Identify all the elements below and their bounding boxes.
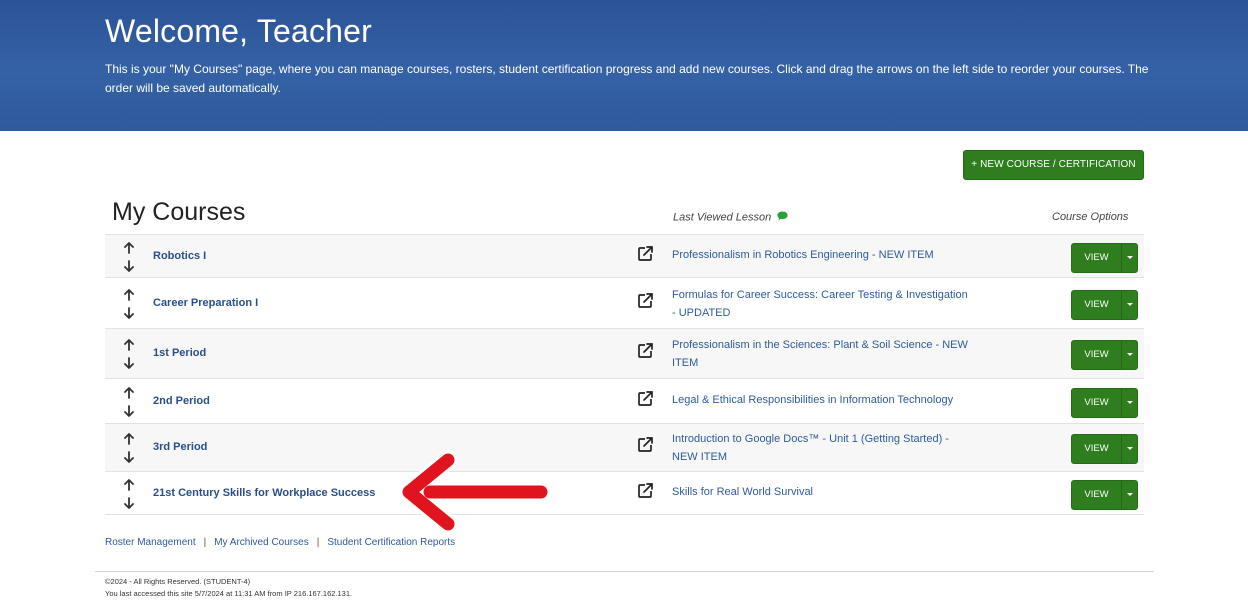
caret-down-icon[interactable] (1122, 341, 1138, 369)
caret-down-icon[interactable] (1122, 291, 1138, 319)
caret-down-icon[interactable] (1122, 435, 1138, 463)
view-button-group: VIEW (1071, 289, 1138, 320)
external-link-icon[interactable] (637, 390, 654, 407)
last-viewed-lesson-link[interactable]: Skills for Real World Survival (672, 483, 972, 501)
view-button[interactable]: VIEW (1072, 481, 1121, 509)
caret-down-icon[interactable] (1122, 481, 1138, 509)
last-viewed-lesson-link[interactable]: Professionalism in Robotics Engineering … (672, 246, 972, 264)
course-row: 1st Period Professionalism in the Science… (105, 328, 1144, 378)
view-button-group: VIEW (1071, 340, 1138, 370)
last-viewed-lesson-label: Last Viewed Lesson (673, 211, 772, 224)
footer-divider (95, 571, 1154, 572)
external-link-icon[interactable] (637, 482, 654, 499)
page-title: Welcome, Teacher (105, 13, 373, 49)
view-button-group: VIEW (1071, 387, 1138, 418)
link-separator: | (316, 537, 320, 548)
last-viewed-lesson-link[interactable]: Introduction to Google Docs™ - Unit 1 (G… (672, 430, 972, 466)
external-link-icon[interactable] (637, 436, 654, 453)
view-button-group: VIEW (1071, 479, 1138, 510)
course-row: Career Preparation I Formulas for Career … (105, 277, 1144, 328)
welcome-banner: Welcome, Teacher This is your "My Course… (0, 0, 1248, 131)
view-button[interactable]: VIEW (1072, 389, 1121, 417)
view-button[interactable]: VIEW (1072, 341, 1121, 369)
view-button[interactable]: VIEW (1072, 435, 1121, 463)
reorder-arrows-icon[interactable] (122, 339, 136, 369)
reorder-arrows-icon[interactable] (122, 386, 136, 417)
course-name-link[interactable]: 1st Period (153, 347, 206, 359)
course-options-header: Course Options (1052, 211, 1129, 223)
course-name-link[interactable]: 2nd Period (153, 395, 210, 407)
view-button-group: VIEW (1071, 242, 1138, 273)
last-viewed-lesson-link[interactable]: Legal & Ethical Responsibilities in Info… (672, 391, 972, 409)
footer-link[interactable]: Student Certification Reports (327, 537, 455, 548)
last-viewed-lesson-link[interactable]: Formulas for Career Success: Career Test… (672, 286, 972, 322)
comment-bubble-icon (777, 211, 788, 224)
footer-link[interactable]: My Archived Courses (214, 537, 308, 548)
reorder-arrows-icon[interactable] (122, 433, 136, 463)
view-button[interactable]: VIEW (1072, 244, 1121, 272)
footer-links: Roster Management | My Archived Courses | St… (105, 537, 455, 548)
reorder-arrows-icon[interactable] (122, 288, 136, 319)
last-viewed-lesson-link[interactable]: Professionalism in the Sciences: Plant &… (672, 336, 972, 372)
external-link-icon[interactable] (637, 342, 654, 359)
view-button-group: VIEW (1071, 434, 1138, 464)
course-row: Robotics I Professionalism in Robotics En… (105, 234, 1144, 277)
last-access-text: You last accessed this site 5/7/2024 at … (105, 589, 353, 598)
my-courses-heading: My Courses (112, 198, 246, 226)
course-name-link[interactable]: Robotics I (153, 250, 206, 262)
reorder-arrows-icon[interactable] (122, 241, 136, 272)
course-name-link[interactable]: Career Preparation I (153, 297, 258, 309)
page-description: This is your "My Courses" page, where yo… (105, 62, 1149, 95)
external-link-icon[interactable] (637, 245, 654, 262)
copyright-text: ©2024 - All Rights Reserved. (STUDENT-4) (105, 577, 251, 586)
course-name-link[interactable]: 21st Century Skills for Workplace Succes… (153, 487, 375, 499)
footer: ©2024 - All Rights Reserved. (STUDENT-4)… (105, 576, 352, 600)
caret-down-icon[interactable] (1122, 389, 1138, 417)
last-viewed-lesson-header: Last Viewed Lesson (673, 211, 788, 224)
course-name-link[interactable]: 3rd Period (153, 441, 207, 453)
reorder-arrows-icon[interactable] (122, 478, 136, 509)
footer-link[interactable]: Roster Management (105, 537, 196, 548)
course-row: 3rd Period Introduction to Google Docs™ -… (105, 423, 1144, 471)
new-course-button[interactable]: + NEW COURSE / CERTIFICATION (963, 150, 1144, 180)
external-link-icon[interactable] (637, 292, 654, 309)
view-button[interactable]: VIEW (1072, 291, 1121, 319)
link-separator: | (203, 537, 207, 548)
table-bottom-border (105, 514, 1144, 515)
caret-down-icon[interactable] (1122, 244, 1138, 272)
course-row: 21st Century Skills for Workplace Succes… (105, 471, 1144, 514)
course-row: 2nd Period Legal & Ethical Responsibiliti… (105, 378, 1144, 423)
